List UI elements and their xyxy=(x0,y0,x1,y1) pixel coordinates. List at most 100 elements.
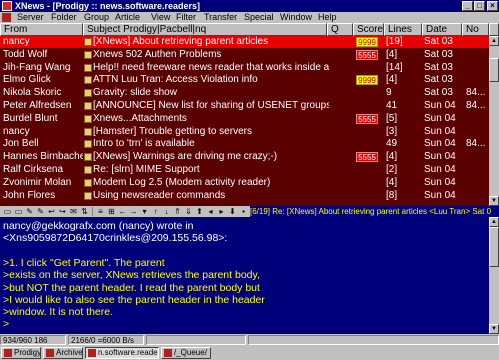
quoted-line: > xyxy=(3,318,10,331)
article-icon xyxy=(84,178,92,187)
article-row[interactable]: nancy [XNews] About retrieving parent art… xyxy=(0,36,489,48)
msg-scroll-up-arrow-icon[interactable]: ▲ xyxy=(489,217,499,227)
article-row[interactable]: Jon Bell Intro to 'trn' is available 49 Sun… xyxy=(0,138,489,150)
article-number: 84... xyxy=(466,100,486,111)
tb-up-icon[interactable]: ⬆ xyxy=(195,207,204,216)
tb-forward-icon[interactable]: ↪ xyxy=(58,207,67,216)
column-date[interactable]: Date xyxy=(422,23,462,36)
article-from: Burdel Blunt xyxy=(3,112,58,124)
tb-reply-icon[interactable]: ↩ xyxy=(47,207,56,216)
maximize-button[interactable]: □ xyxy=(474,1,485,11)
column-q[interactable]: Q xyxy=(327,23,353,36)
tb-expand-icon[interactable]: ⊞ xyxy=(107,207,116,216)
message-line: <Xns9059872D64170crinkles@209.155.56.98>… xyxy=(3,232,228,245)
window-title: XNews - [Prodigy :: news.software.reader… xyxy=(15,1,201,11)
menu-help[interactable]: Help xyxy=(318,12,337,23)
menu-transfer[interactable]: Transfer xyxy=(204,12,237,23)
tb-dropdown-icon[interactable]: ▾ xyxy=(140,207,149,216)
menu-filter[interactable]: Filter xyxy=(176,12,196,23)
doc-menu-icon[interactable] xyxy=(2,13,11,22)
article-row[interactable]: Peter Alfredsen [ANNOUNCE] New list for s… xyxy=(0,100,489,112)
column-lines[interactable]: Lines xyxy=(384,23,422,36)
tb-more-icon[interactable]: ▪ xyxy=(239,207,248,216)
article-icon xyxy=(84,50,92,59)
article-from: Elmo Glick xyxy=(3,74,51,86)
tb-list-icon[interactable]: ≡ xyxy=(96,207,105,216)
article-subject: [ANNOUNCE] New list for sharing of USENE… xyxy=(93,100,329,111)
tb-pen-icon[interactable]: ✎ xyxy=(25,207,34,216)
article-from: Jih-Fang Wang xyxy=(3,61,71,73)
article-icon xyxy=(84,63,92,72)
app-icon[interactable] xyxy=(2,1,12,11)
article-row[interactable]: Hannes Birnbacher [XNews] Warnings are dr… xyxy=(0,151,489,163)
status-field-4 xyxy=(248,335,499,345)
article-lines: [4] xyxy=(386,74,398,86)
close-button[interactable]: × xyxy=(487,1,498,11)
article-score-badge: 9999 xyxy=(356,37,378,47)
article-list: From Subject Prodigy|Pacbell|nq Q Score … xyxy=(0,23,499,206)
scroll-up-arrow-icon[interactable]: ▲ xyxy=(489,36,499,46)
tb-envelope-icon[interactable]: ✉ xyxy=(69,207,78,216)
article-subject: Gravity: slide show xyxy=(93,87,177,99)
menu-group[interactable]: Group xyxy=(84,12,109,23)
tb-left-icon[interactable]: ◂ xyxy=(206,207,215,216)
column-from[interactable]: From xyxy=(0,23,83,36)
menu-view[interactable]: View xyxy=(151,12,170,23)
menu-server[interactable]: Server xyxy=(17,12,44,23)
tb-sort-icon[interactable]: ⇅ xyxy=(80,207,89,216)
scroll-down-arrow-icon[interactable]: ▼ xyxy=(489,196,499,206)
tb-pen2-icon[interactable]: ✎ xyxy=(36,207,45,216)
article-row[interactable]: Elmo Glick ATTN Luu Tran: Access Violatio… xyxy=(0,74,489,86)
article-icon xyxy=(84,89,92,98)
article-row[interactable]: Burdel Blunt Xnews...Attachments 5555 [5] Su… xyxy=(0,113,489,125)
menu-article[interactable]: Article xyxy=(115,12,140,23)
article-from: nancy xyxy=(3,125,30,137)
tb-next-article-icon[interactable]: ↓ xyxy=(162,207,171,216)
task-archive[interactable]: Archive xyxy=(43,347,83,359)
article-icon xyxy=(84,140,92,149)
tb-back-icon[interactable]: ← xyxy=(118,207,127,216)
tb-next-unread-icon[interactable]: ⇓ xyxy=(184,207,193,216)
article-row[interactable]: Jih-Fang Wang Help!! need freeware news r… xyxy=(0,62,489,74)
article-icon xyxy=(84,166,92,174)
menu-folder[interactable]: Folder xyxy=(51,12,77,23)
msg-scroll-thumb[interactable] xyxy=(489,227,499,267)
article-subject: ATTN Luu Tran: Access Violation info xyxy=(93,74,258,86)
column-score[interactable]: Score xyxy=(353,23,384,36)
minimize-button[interactable]: _ xyxy=(462,1,473,11)
article-row[interactable]: John Flores Using newsreader commands [8] S… xyxy=(0,190,489,202)
article-date: Sun 04 xyxy=(424,100,456,111)
article-row[interactable]: Nikola Skoric Gravity: slide show 9 Sat 03 8… xyxy=(0,87,489,99)
tb-prev-unread-icon[interactable]: ⇑ xyxy=(173,207,182,216)
tb-prev-article-icon[interactable]: ↑ xyxy=(151,207,160,216)
article-lines: [19] xyxy=(386,36,403,47)
task-queue[interactable]: /_Queue/ xyxy=(161,347,211,359)
article-row[interactable]: Ralf Cirksena Re: [slrn] MIME Support [2] S… xyxy=(0,164,489,176)
task-news-software-readers[interactable]: n.software.readers xyxy=(85,347,159,359)
article-row[interactable]: nancy [Hamster] Trouble getting to server… xyxy=(0,126,489,138)
menu-window[interactable]: Window xyxy=(280,12,312,23)
message-body[interactable]: nancy@gekkografx.com (nancy) wrote in <Xn… xyxy=(0,217,489,334)
article-subject: Re: [slrn] MIME Support xyxy=(93,164,200,175)
article-lines: [14] xyxy=(386,61,403,73)
message-scrollbar[interactable]: ▲ ▼ xyxy=(489,217,499,334)
task-prodigy[interactable]: Prodigy xyxy=(1,347,41,359)
article-date: Sat 03 xyxy=(424,61,453,73)
tb-down-icon[interactable]: ⬇ xyxy=(228,207,237,216)
article-from: Ralf Cirksena xyxy=(3,164,64,175)
list-scrollbar[interactable]: ▲ ▼ xyxy=(489,36,499,206)
tb-right-icon[interactable]: ▸ xyxy=(217,207,226,216)
msg-scroll-down-arrow-icon[interactable]: ▼ xyxy=(489,324,499,334)
column-subject[interactable]: Subject Prodigy|Pacbell|nq xyxy=(83,23,327,36)
column-no[interactable]: No xyxy=(462,23,489,36)
tb-window2-icon[interactable]: ▭ xyxy=(14,207,23,216)
article-row[interactable]: Todd Wolf Xnews 502 Authen Problems 5555 [4… xyxy=(0,49,489,61)
toolbar: ▭ ▭ ✎ ✎ ↩ ↪ ✉ ⇅ ≡ ⊞ ← → ▾ ↑ ↓ ⇑ ⇓ ⬆ ◂ ▸ … xyxy=(0,206,499,217)
tb-next-icon[interactable]: → xyxy=(129,207,138,216)
article-row[interactable]: Zvonimir Molan Modem Log 2.5 (Modem activ… xyxy=(0,177,489,189)
article-score-badge: 5555 xyxy=(356,152,378,163)
tb-window-icon[interactable]: ▭ xyxy=(3,207,12,216)
quoted-line: >I would like to also see the parent hea… xyxy=(3,293,265,306)
scroll-thumb[interactable] xyxy=(489,58,499,82)
menu-special[interactable]: Special xyxy=(244,12,274,23)
